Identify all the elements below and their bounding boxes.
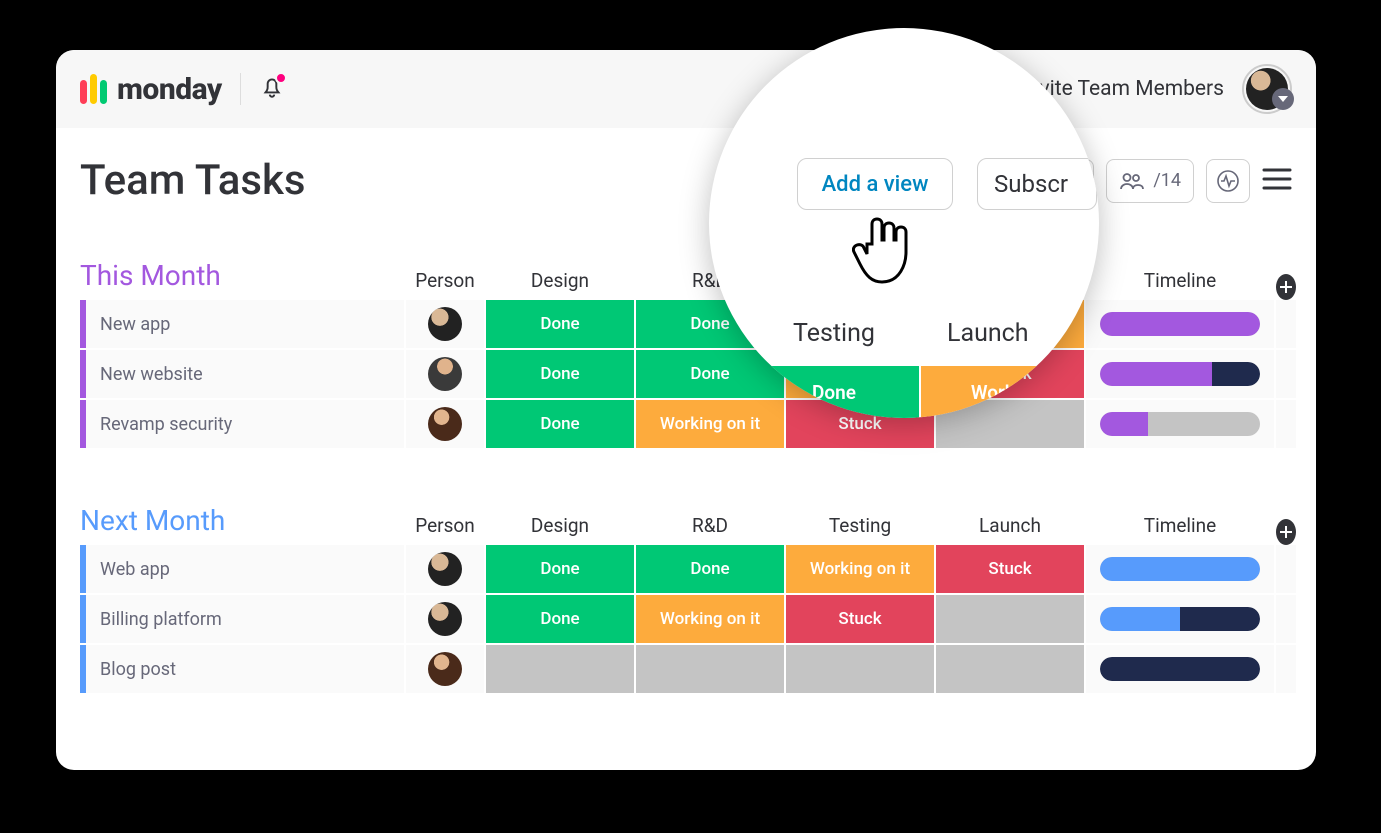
task-name-cell[interactable]: New website — [80, 350, 404, 398]
column-header: Person — [406, 508, 484, 545]
user-menu[interactable] — [1242, 64, 1292, 114]
invite-plus-icon: + — [988, 77, 1012, 101]
invite-label: Invite Team Members — [1022, 77, 1224, 101]
timeline-cell[interactable] — [1086, 645, 1274, 693]
task-name-cell[interactable]: New app — [80, 300, 404, 348]
task-name-cell[interactable]: Billing platform — [80, 595, 404, 643]
status-cell[interactable]: Done — [636, 545, 784, 593]
task-name-cell[interactable]: Web app — [80, 545, 404, 593]
topbar: monday + Invite Team Members — [56, 50, 1316, 128]
person-avatar — [428, 652, 462, 686]
column-header: Testing — [786, 263, 934, 300]
column-header: R&D — [636, 263, 784, 300]
app-window: monday + Invite Team Members Team Tasks … — [56, 50, 1316, 770]
subscribers-button[interactable]: /14 — [1106, 159, 1194, 203]
status-cell[interactable] — [936, 400, 1084, 448]
subscribe-button[interactable]: Subscribe — [959, 159, 1094, 203]
people-icon — [1119, 171, 1145, 191]
timeline-cell[interactable] — [1086, 350, 1274, 398]
divider — [240, 73, 241, 105]
person-cell[interactable] — [406, 350, 484, 398]
status-cell[interactable]: Stuck — [936, 545, 1084, 593]
status-cell[interactable] — [636, 645, 784, 693]
status-cell[interactable]: Working on it — [936, 300, 1084, 348]
status-cell[interactable]: Done — [486, 400, 634, 448]
brand-logo[interactable]: monday — [80, 72, 222, 107]
person-avatar — [428, 552, 462, 586]
status-cell[interactable]: Done — [786, 300, 934, 348]
column-header: Person — [406, 263, 484, 300]
person-avatar — [428, 407, 462, 441]
logo-mark-icon — [80, 74, 107, 104]
column-header: Timeline — [1086, 263, 1274, 300]
status-cell[interactable]: Working on it — [786, 350, 934, 398]
person-avatar — [428, 307, 462, 341]
notification-dot-icon — [275, 72, 287, 84]
person-cell[interactable] — [406, 545, 484, 593]
task-name-cell[interactable]: Revamp security — [80, 400, 404, 448]
hamburger-icon — [1262, 167, 1292, 191]
person-cell[interactable] — [406, 400, 484, 448]
status-cell[interactable]: Working on it — [786, 545, 934, 593]
add-view-button[interactable]: Add a view — [802, 159, 947, 203]
group-title[interactable]: Next Month — [80, 504, 404, 537]
task-name-cell[interactable]: Blog post — [80, 645, 404, 693]
person-cell[interactable] — [406, 645, 484, 693]
board-content: Team Tasks Add a view Subscribe /14 This… — [56, 128, 1316, 693]
brand-name: monday — [117, 72, 222, 107]
add-column-button[interactable] — [1276, 519, 1296, 545]
person-cell[interactable] — [406, 300, 484, 348]
column-header: Design — [486, 508, 634, 545]
page-title: Team Tasks — [80, 156, 305, 205]
status-cell[interactable]: Done — [486, 595, 634, 643]
add-column-button[interactable] — [1276, 274, 1296, 300]
status-cell[interactable] — [786, 645, 934, 693]
menu-button[interactable] — [1262, 167, 1292, 195]
chevron-down-icon — [1272, 88, 1294, 110]
notifications-button[interactable] — [259, 74, 285, 104]
timeline-cell[interactable] — [1086, 300, 1274, 348]
status-cell[interactable] — [936, 645, 1084, 693]
timeline-cell[interactable] — [1086, 545, 1274, 593]
status-cell[interactable]: Stuck — [936, 350, 1084, 398]
status-cell[interactable]: Working on it — [636, 595, 784, 643]
column-header: Launch — [936, 263, 1084, 300]
subscribers-count: /14 — [1153, 170, 1181, 191]
timeline-cell[interactable] — [1086, 595, 1274, 643]
timeline-cell[interactable] — [1086, 400, 1274, 448]
status-cell[interactable]: Done — [486, 545, 634, 593]
status-cell[interactable]: Stuck — [786, 400, 934, 448]
status-cell[interactable] — [936, 595, 1084, 643]
column-header: R&D — [636, 508, 784, 545]
column-header: Testing — [786, 508, 934, 545]
invite-members-button[interactable]: + Invite Team Members — [988, 77, 1224, 101]
person-avatar — [428, 602, 462, 636]
column-header: Design — [486, 263, 634, 300]
status-cell[interactable]: Done — [636, 300, 784, 348]
status-cell[interactable]: Done — [486, 300, 634, 348]
activity-icon — [1216, 169, 1240, 193]
person-avatar — [428, 357, 462, 391]
person-cell[interactable] — [406, 595, 484, 643]
column-header: Timeline — [1086, 508, 1274, 545]
status-cell[interactable]: Stuck — [786, 595, 934, 643]
status-cell[interactable]: Done — [486, 350, 634, 398]
status-cell[interactable]: Done — [636, 350, 784, 398]
status-cell[interactable] — [486, 645, 634, 693]
column-header: Launch — [936, 508, 1084, 545]
activity-button[interactable] — [1206, 159, 1250, 203]
group-title[interactable]: This Month — [80, 259, 404, 292]
status-cell[interactable]: Working on it — [636, 400, 784, 448]
